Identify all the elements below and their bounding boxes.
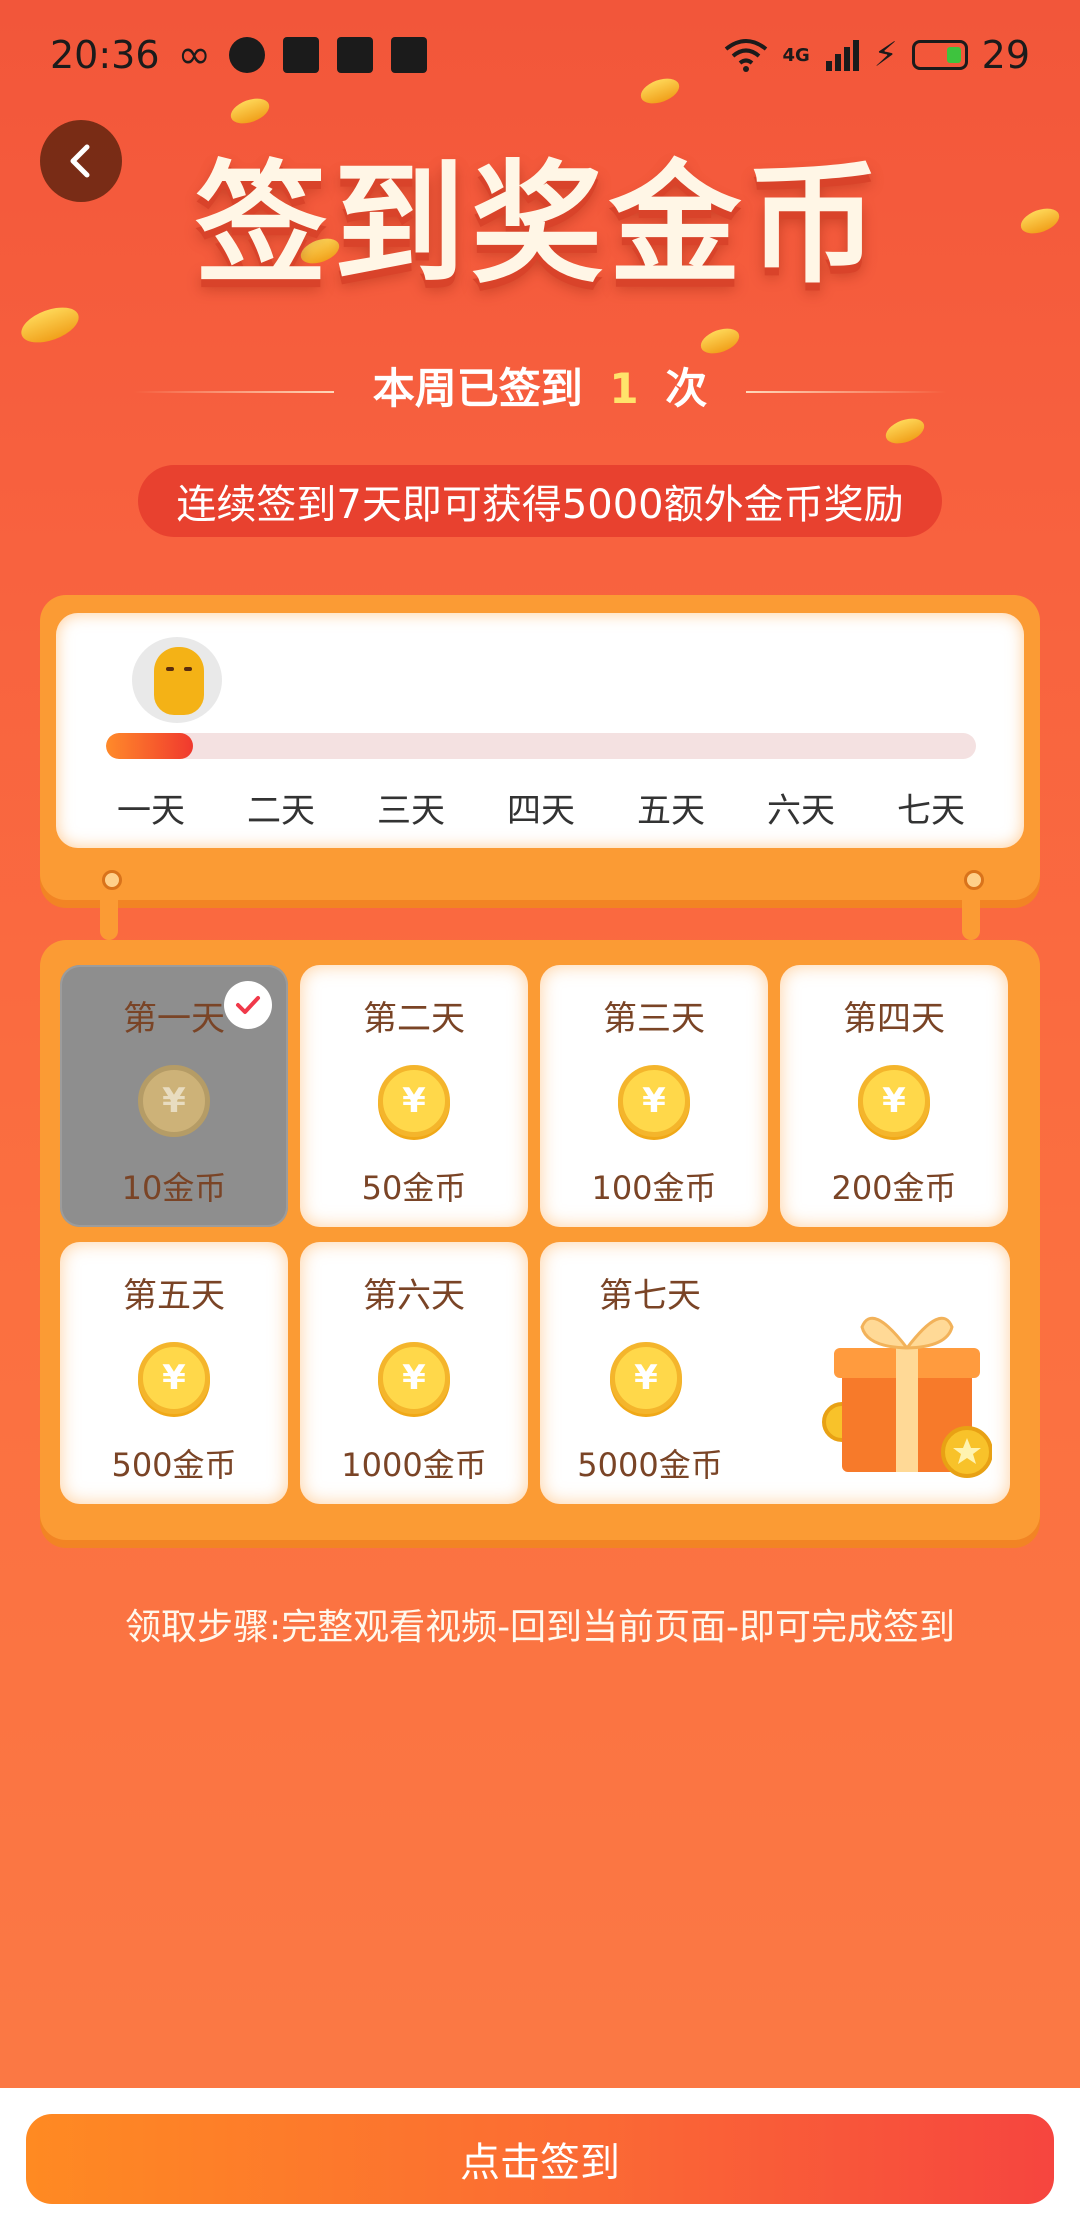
bottom-bar: 点击签到	[0, 2088, 1080, 2232]
coin-decoration-icon	[697, 323, 743, 359]
reward-amount: 100金币	[591, 1169, 717, 1207]
hash-icon	[282, 37, 319, 73]
reward-day-label: 第三天	[603, 999, 705, 1039]
status-bar: 20:36 ∞ 4G ⚡ 29	[0, 0, 1080, 110]
coin-icon: ¥	[618, 1065, 690, 1137]
reward-amount: 5000金币	[577, 1446, 723, 1484]
battery-icon	[911, 40, 968, 70]
mascot-eye	[166, 667, 174, 671]
day-label: 三天	[377, 791, 445, 831]
coin-icon: ¥	[858, 1065, 930, 1137]
reward-day-7[interactable]: 第七天 ¥ 5000金币	[540, 1242, 1010, 1504]
divider-left	[134, 390, 335, 393]
coin-icon: ¥	[378, 1065, 450, 1137]
progress-panel: 一天 二天 三天 四天 五天 六天 七天	[56, 613, 1024, 848]
progress-card: 一天 二天 三天 四天 五天 六天 七天	[40, 595, 1040, 900]
status-left: 20:36 ∞	[50, 32, 427, 78]
status-right: 4G ⚡ 29	[724, 33, 1030, 77]
reward-day-label: 第七天	[599, 1276, 701, 1316]
coin-decoration-icon	[882, 413, 928, 449]
page-title: 签到奖金币	[195, 148, 885, 302]
reward-day-label: 第六天	[363, 1276, 465, 1316]
mascot-eye	[184, 667, 192, 671]
day-label: 五天	[637, 791, 705, 831]
reward-amount: 10金币	[121, 1169, 227, 1207]
signin-progress-bar	[106, 733, 976, 759]
reward-day-3[interactable]: 第三天 ¥ 100金币	[540, 965, 768, 1227]
reward-day-2[interactable]: 第二天 ¥ 50金币	[300, 965, 528, 1227]
signal-icon	[825, 40, 859, 71]
reward-amount: 1000金币	[341, 1446, 487, 1484]
network-type: 4G	[782, 44, 810, 66]
chat-icon	[228, 37, 265, 73]
wifi-icon	[725, 39, 768, 72]
reward-day-label: 第二天	[363, 999, 465, 1039]
day-label: 二天	[247, 791, 315, 831]
reward-day-6[interactable]: 第六天 ¥ 1000金币	[300, 1242, 528, 1504]
reward-day-5[interactable]: 第五天 ¥ 500金币	[60, 1242, 288, 1504]
day-label: 七天	[897, 791, 965, 831]
mascot-body	[154, 647, 204, 715]
instructions-text: 领取步骤:完整观看视频-回到当前页面-即可完成签到	[124, 1607, 956, 1648]
sign-in-button[interactable]: 点击签到	[26, 2114, 1054, 2204]
reward-day-label: 第四天	[843, 999, 945, 1039]
coin-icon: ¥	[378, 1342, 450, 1414]
gift-box-icon	[822, 1316, 992, 1478]
weekly-prefix: 本周已签到	[372, 364, 583, 413]
reward-day-1[interactable]: 第一天 ¥ 10金币	[60, 965, 288, 1227]
divider-right	[745, 390, 946, 393]
infinity-icon: ∞	[177, 32, 211, 78]
coin-icon: ¥	[610, 1342, 682, 1414]
day-label: 四天	[507, 791, 575, 831]
rewards-grid: 第一天 ¥ 10金币 第二天 ¥ 50金币 第三天 ¥ 100金币 第四天 ¥ …	[40, 940, 1040, 1540]
reward-day-label: 第五天	[123, 1276, 225, 1316]
weekly-count: 1	[609, 364, 639, 413]
status-time: 20:36	[50, 33, 160, 77]
reward-amount: 50金币	[361, 1169, 467, 1207]
coin-icon: ¥	[138, 1065, 210, 1137]
weekly-suffix: 次	[665, 364, 708, 413]
coin-icon: ¥	[138, 1342, 210, 1414]
day-label: 一天	[117, 791, 185, 831]
weekly-signin-count: 本周已签到 1 次	[0, 355, 1080, 416]
hanger-peg	[100, 870, 122, 940]
checkmark-icon	[224, 981, 272, 1029]
hanger-peg	[962, 870, 984, 940]
day-labels: 一天 二天 三天 四天 五天 六天 七天	[96, 783, 986, 832]
reward-day-4[interactable]: 第四天 ¥ 200金币	[780, 965, 1008, 1227]
reward-amount: 500金币	[111, 1446, 237, 1484]
day-label: 六天	[767, 791, 835, 831]
bonus-banner: 连续签到7天即可获得5000额外金币奖励	[138, 465, 942, 537]
charging-icon: ⚡	[873, 35, 898, 75]
mascot-avatar	[132, 637, 222, 723]
upload-icon	[390, 37, 427, 73]
battery-level: 29	[981, 33, 1030, 77]
reward-amount: 200金币	[831, 1169, 957, 1207]
app-notification-icon	[336, 37, 373, 73]
signin-progress-fill	[106, 733, 193, 759]
